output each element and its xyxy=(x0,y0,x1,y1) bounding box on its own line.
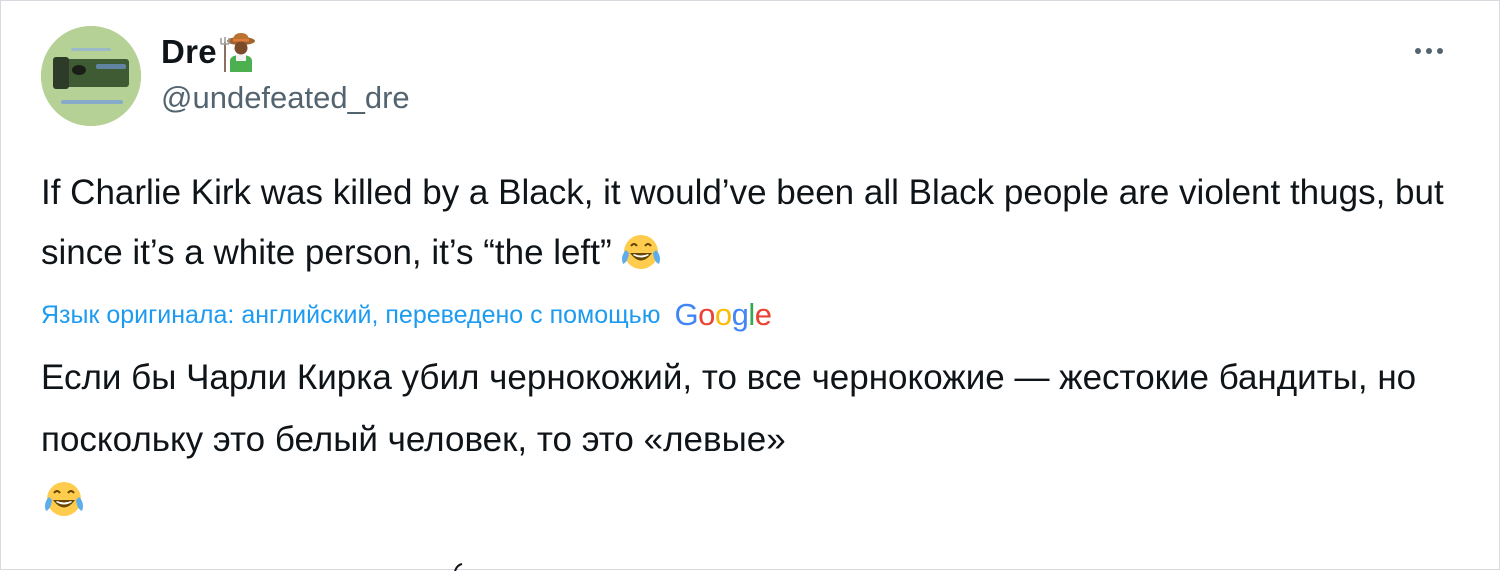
translation-attribution[interactable]: Язык оригинала: английский, переведено с… xyxy=(41,295,772,335)
google-letter: g xyxy=(731,297,749,332)
tweet-text: If Charlie Kirk was killed by a Black, i… xyxy=(41,163,1461,283)
display-name[interactable]: Dre xyxy=(161,33,217,71)
avatar[interactable] xyxy=(41,26,141,126)
more-options-button[interactable] xyxy=(1403,33,1455,69)
tweet-card: Dre @undefeated_dre If Charlie Kirk was … xyxy=(0,0,1500,571)
google-letter: o xyxy=(698,297,715,332)
google-letter: o xyxy=(714,297,732,332)
google-letter: G xyxy=(674,297,699,332)
face-with-tears-of-joy-icon xyxy=(621,234,660,269)
translation-label[interactable]: Язык оригинала: английский, переведено с… xyxy=(41,301,660,330)
google-letter: e xyxy=(754,297,772,332)
farmer-emoji-icon xyxy=(220,33,255,72)
tweet-text-body: If Charlie Kirk was killed by a Black, i… xyxy=(41,173,1454,272)
google-logo: Google xyxy=(674,297,772,333)
display-name-row[interactable]: Dre xyxy=(161,29,259,75)
face-with-tears-of-joy-icon xyxy=(45,482,83,516)
translated-text: Если бы Чарли Кирка убил чернокожий, то … xyxy=(41,358,1426,459)
user-handle[interactable]: @undefeated_dre xyxy=(161,80,410,116)
avatar-image xyxy=(41,26,141,126)
more-options-icon xyxy=(1415,48,1421,54)
